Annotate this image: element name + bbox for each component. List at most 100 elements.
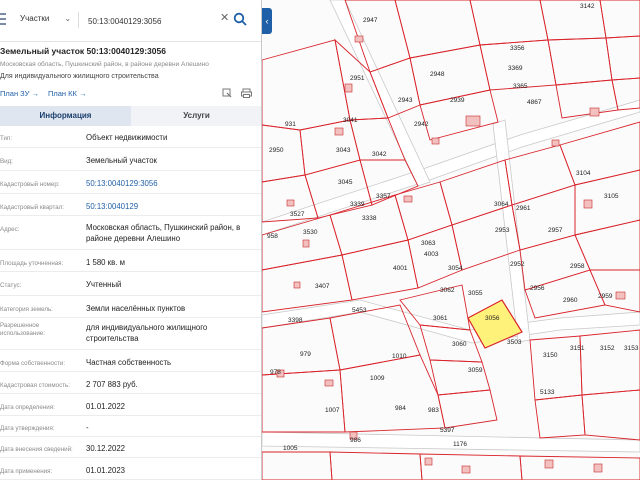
parcel-label: 2960: [563, 297, 578, 304]
parcel-label: 978: [270, 369, 281, 376]
parcel-label: 5453: [352, 307, 367, 314]
parcel-label: 3105: [604, 193, 619, 200]
info-value: Земли населённых пунктов: [86, 304, 186, 313]
share-icon[interactable]: [222, 88, 232, 98]
parcel-label: 3357: [376, 193, 391, 200]
info-row: Дата применения: 01.01.2023: [0, 458, 261, 480]
parcel-address: Московская область, Пушкинский район, в …: [0, 61, 209, 68]
chevron-left-icon[interactable]: ‹: [262, 8, 272, 34]
search-type-select[interactable]: Участки ⌄: [20, 14, 71, 23]
info-label: Статус:: [0, 282, 22, 289]
search-type-label: Участки: [20, 14, 50, 23]
parcel-label: 2953: [495, 227, 510, 234]
info-row: Адрес: Московская область, Пушкинский ра…: [0, 216, 261, 250]
parcel-label: 3142: [580, 3, 595, 10]
info-row: Категория земель: Земли населённых пункт…: [0, 296, 261, 318]
parcel-label: 3365: [513, 83, 528, 90]
parcel-label: 3153: [624, 345, 639, 352]
parcel-label: 1009: [370, 375, 385, 382]
print-icon[interactable]: [241, 88, 252, 98]
info-value: 01.01.2022: [86, 402, 126, 411]
info-row: Площадь уточненная: 1 580 кв. м: [0, 250, 261, 272]
info-value: 01.01.2023: [86, 466, 126, 475]
search-bar: Участки ⌄ ✕: [0, 0, 261, 42]
parcel-label: 3055: [468, 290, 483, 297]
parcel-label: 2951: [350, 75, 365, 82]
cadastral-number-link[interactable]: 50:13:0040129:3056: [86, 178, 258, 189]
parcel-label: 3045: [338, 179, 353, 186]
plan-kk-link[interactable]: План КК →: [48, 89, 87, 98]
panel-tabs: Информация Услуги: [0, 106, 261, 126]
info-value: 2 707 883 руб.: [86, 380, 138, 389]
info-label: Дата утверждения:: [0, 425, 55, 432]
parcel-label: 3356: [510, 45, 525, 52]
search-input[interactable]: [88, 14, 218, 28]
parcel-label: 2961: [516, 205, 531, 212]
parcel-label: 4001: [393, 265, 408, 272]
parcel-label: 3530: [303, 229, 318, 236]
plan-links: План ЗУ → План КК →: [0, 89, 86, 98]
menu-icon[interactable]: [0, 13, 6, 27]
info-label: Вид:: [0, 158, 13, 165]
parcel-title: Земельный участок 50:13:0040129:3056: [0, 46, 166, 56]
app-root: 3056 3055 3061 3060 3059 3062 3054 3063 …: [0, 0, 640, 480]
search-icon[interactable]: [233, 12, 247, 26]
parcel-label: 3150: [543, 352, 558, 359]
info-row: Дата утверждения: -: [0, 416, 261, 437]
roads: [261, 0, 640, 453]
parcel-label: 2959: [598, 293, 613, 300]
parcel-label: 2958: [570, 263, 585, 270]
parcel-label: 3063: [421, 240, 436, 247]
parcel-label: 3369: [508, 65, 523, 72]
info-value: Объект недвижимости: [86, 133, 168, 142]
info-label: Дата применения:: [0, 468, 53, 475]
parcel-label: 931: [285, 121, 296, 128]
parcel-label: 3152: [600, 345, 615, 352]
tab-information[interactable]: Информация: [0, 106, 131, 126]
info-value: Московская область, Пушкинский район, в …: [86, 223, 241, 243]
parcel-label: 3060: [452, 341, 467, 348]
parcel-label: 3054: [448, 265, 463, 272]
parcel-label: 2952: [510, 261, 525, 268]
chevron-down-icon: ⌄: [64, 14, 72, 23]
parcel-label: 3151: [570, 345, 585, 352]
info-row: Дата внесения сведений: 30.12.2022: [0, 437, 261, 458]
tab-services[interactable]: Услуги: [131, 106, 261, 126]
parcel-label: 1176: [453, 441, 467, 448]
info-panel: Участки ⌄ ✕ Земельный участок 50:13:0040…: [0, 0, 262, 480]
info-label: Площадь уточненная:: [0, 260, 64, 267]
info-label: Дата внесения сведений:: [0, 446, 73, 453]
info-value: -: [86, 423, 89, 432]
info-row: Вид: Земельный участок: [0, 148, 261, 171]
parcel-label: 4867: [527, 99, 542, 106]
parcel-label: 1005: [283, 445, 298, 452]
parcel-label: 3104: [576, 170, 591, 177]
info-row: Кадастровая стоимость: 2 707 883 руб.: [0, 372, 261, 394]
parcel-label: 984: [395, 405, 406, 412]
panel-tools: [222, 88, 252, 98]
info-row: Форма собственности: Частная собственнос…: [0, 350, 261, 372]
info-label: Категория земель:: [0, 306, 53, 313]
parcel-label: 958: [267, 233, 278, 240]
info-row: Статус: Учтенный: [0, 272, 261, 296]
info-row: Разрешенное использование: для индивидуа…: [0, 318, 261, 350]
info-row: Кадастровый квартал: 50:13:0040129: [0, 194, 261, 216]
plan-zu-link[interactable]: План ЗУ →: [0, 89, 39, 98]
info-value: Земельный участок: [86, 156, 157, 165]
info-label: Адрес:: [0, 226, 20, 233]
parcel-label: 3398: [288, 317, 303, 324]
close-icon[interactable]: ✕: [220, 11, 229, 24]
cadastral-quarter-link[interactable]: 50:13:0040129: [86, 201, 258, 212]
parcel-label: 986: [350, 437, 361, 444]
info-value: Учтенный: [86, 280, 122, 289]
parcel-label: 2950: [269, 147, 284, 154]
parcel-label: 3338: [362, 215, 377, 222]
info-value: для индивидуального жилищного строительс…: [86, 323, 208, 343]
parcel-label: 3503: [507, 339, 522, 346]
info-value: Частная собственность: [86, 358, 172, 367]
parcel-label: 983: [428, 407, 439, 414]
parcel-label: 3043: [336, 147, 351, 154]
parcel-label: 2956: [530, 285, 545, 292]
parcel-label: 3527: [290, 211, 305, 218]
parcel-label: 979: [300, 351, 311, 358]
